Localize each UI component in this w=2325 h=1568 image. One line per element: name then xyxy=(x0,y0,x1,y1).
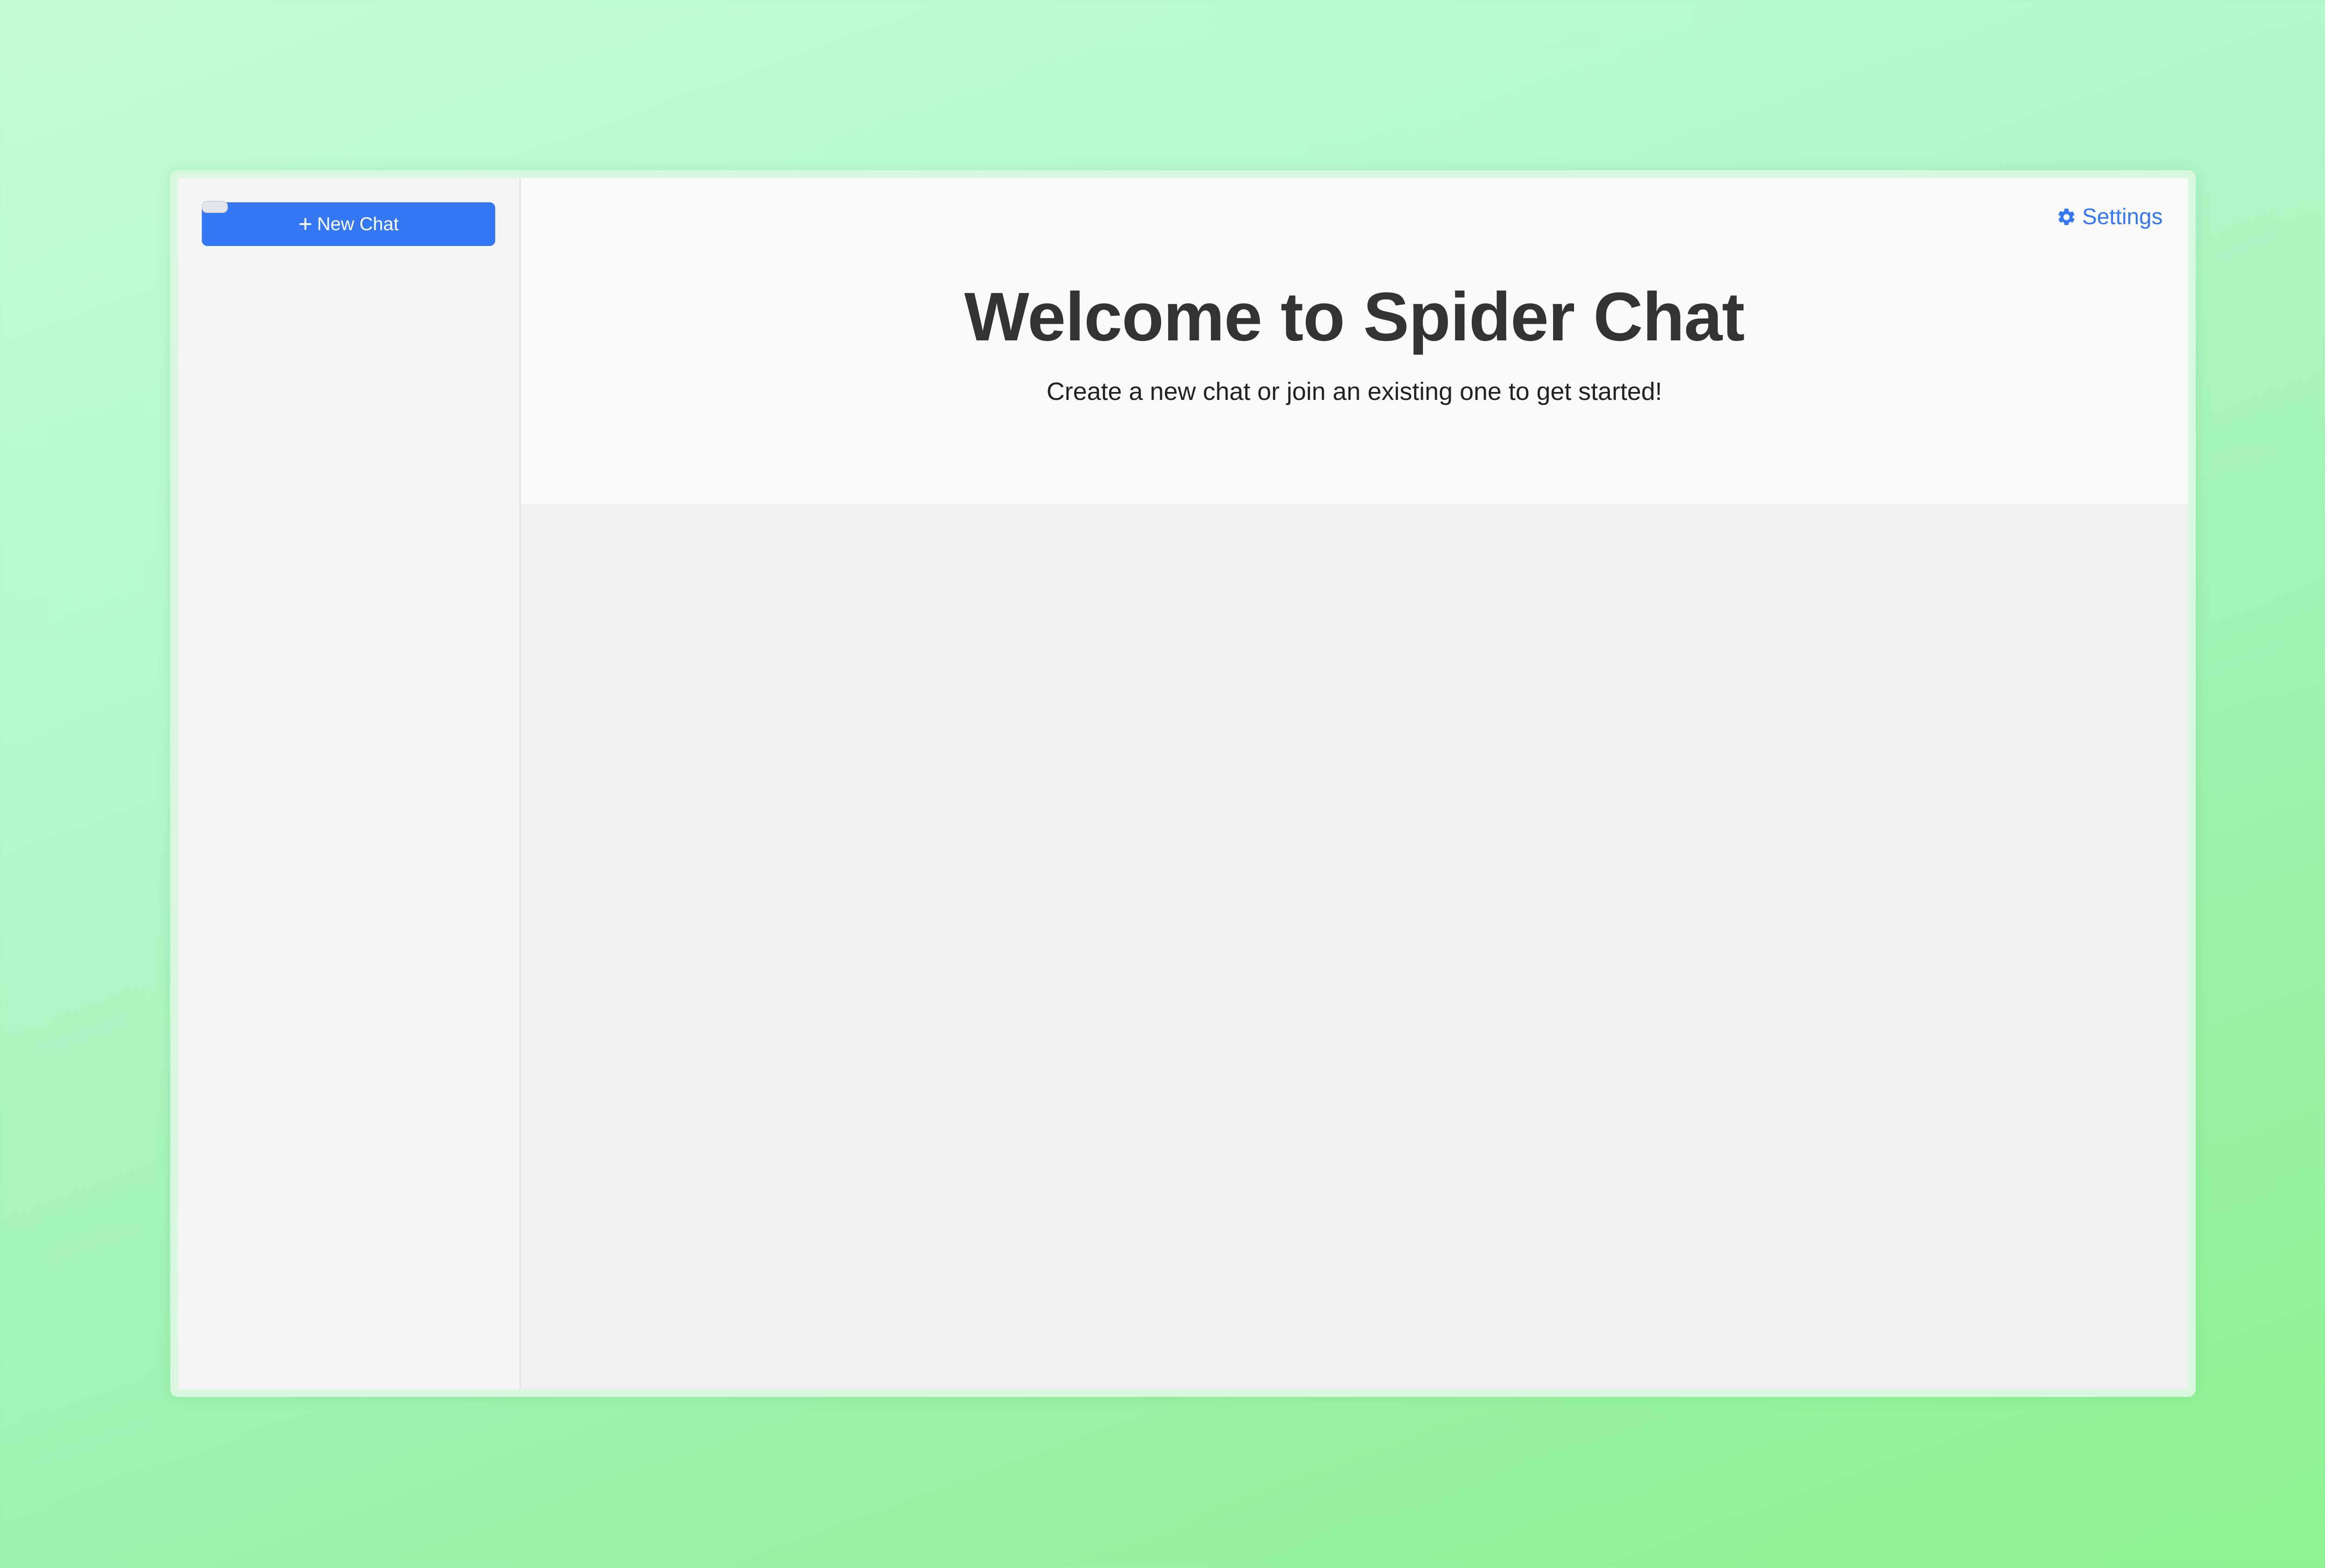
sidebar: + New Chat xyxy=(178,178,521,1389)
welcome-header: Settings Welcome to Spider Chat Create a… xyxy=(521,178,2188,504)
settings-label: Settings xyxy=(2082,205,2163,229)
page-subtitle: Create a new chat or join an existing on… xyxy=(1046,378,1662,405)
app-container: + New Chat Settings Welcome to Spider Ch… xyxy=(178,178,2188,1389)
page-title: Welcome to Spider Chat xyxy=(964,279,1745,355)
plus-icon: + xyxy=(298,211,312,238)
gear-icon xyxy=(2058,208,2074,225)
settings-link[interactable]: Settings xyxy=(2056,204,2163,230)
sidebar-toggle[interactable] xyxy=(202,201,228,213)
app-window: + New Chat Settings Welcome to Spider Ch… xyxy=(170,170,2196,1397)
new-chat-button[interactable]: + New Chat xyxy=(202,202,495,246)
main-panel: Settings Welcome to Spider Chat Create a… xyxy=(521,178,2188,1389)
new-chat-label: New Chat xyxy=(317,213,399,234)
chat-content-area xyxy=(521,504,2188,1389)
